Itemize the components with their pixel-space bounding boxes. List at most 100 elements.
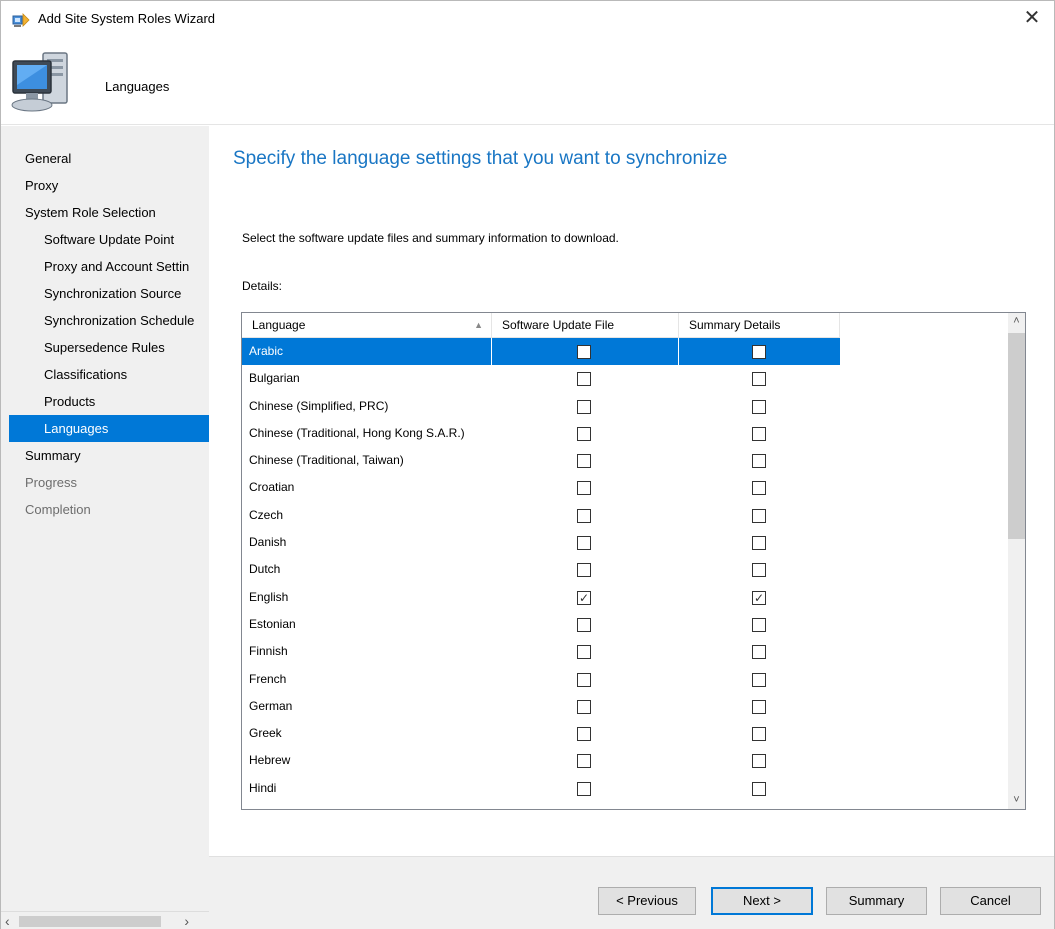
table-row[interactable]: Finnish: [242, 638, 840, 665]
language-cell: Greek: [249, 726, 282, 741]
summary-button[interactable]: Summary: [826, 887, 927, 915]
update-file-checkbox[interactable]: [577, 727, 591, 742]
wizard-step-proxy[interactable]: Proxy: [1, 172, 209, 199]
summary-details-cell: [679, 502, 840, 529]
summary-details-checkbox[interactable]: [752, 481, 766, 496]
table-row[interactable]: Chinese (Traditional, Taiwan): [242, 447, 840, 474]
wizard-step-proxy-and-account-settin[interactable]: Proxy and Account Settin: [1, 253, 209, 280]
summary-details-checkbox[interactable]: [752, 508, 766, 523]
table-row[interactable]: Estonian: [242, 611, 840, 638]
scroll-thumb[interactable]: [1008, 333, 1025, 539]
update-file-cell: [492, 720, 679, 747]
summary-details-cell: [679, 529, 840, 556]
summary-details-checkbox[interactable]: [752, 645, 766, 660]
language-cell: Chinese (Traditional, Hong Kong S.A.R.): [249, 425, 465, 440]
close-icon[interactable]: ✕: [1010, 1, 1054, 37]
update-file-checkbox[interactable]: [577, 508, 591, 523]
language-cell: Croatian: [249, 480, 295, 495]
update-file-checkbox[interactable]: [577, 481, 591, 496]
table-row[interactable]: English ✓ ✓: [242, 584, 840, 611]
table-row[interactable]: Hindi: [242, 775, 840, 802]
table-row[interactable]: French: [242, 666, 840, 693]
update-file-cell: [492, 365, 679, 392]
wizard-window: Add Site System Roles Wizard ✕ Languages…: [0, 0, 1055, 929]
update-file-checkbox[interactable]: [577, 345, 591, 359]
scroll-left-icon[interactable]: ‹: [5, 913, 10, 929]
column-header-update-file[interactable]: Software Update File: [492, 313, 679, 338]
summary-details-checkbox[interactable]: [752, 345, 766, 359]
update-file-checkbox[interactable]: [577, 399, 591, 414]
update-file-checkbox[interactable]: [577, 699, 591, 714]
update-file-checkbox[interactable]: [577, 754, 591, 769]
update-file-checkbox[interactable]: [577, 645, 591, 660]
update-file-checkbox[interactable]: ✓: [577, 590, 591, 605]
scroll-right-icon[interactable]: ›: [184, 913, 189, 929]
update-file-checkbox[interactable]: [577, 536, 591, 551]
wizard-step-supersedence-rules[interactable]: Supersedence Rules: [1, 334, 209, 361]
scroll-down-icon[interactable]: ˅: [1008, 792, 1025, 809]
summary-details-cell: [679, 666, 840, 693]
scroll-thumb[interactable]: [19, 916, 161, 927]
wizard-step-classifications[interactable]: Classifications: [1, 361, 209, 388]
summary-details-cell: ✓: [679, 584, 840, 611]
wizard-step-software-update-point[interactable]: Software Update Point: [1, 226, 209, 253]
update-file-checkbox[interactable]: [577, 426, 591, 441]
language-cell: Czech: [249, 507, 284, 522]
summary-details-checkbox[interactable]: [752, 399, 766, 414]
language-cell: Hebrew: [249, 753, 291, 768]
wizard-step-languages[interactable]: Languages: [9, 415, 209, 442]
summary-details-checkbox[interactable]: [752, 536, 766, 551]
summary-details-cell: [679, 747, 840, 774]
summary-details-checkbox[interactable]: [752, 781, 766, 796]
table-row[interactable]: Chinese (Traditional, Hong Kong S.A.R.): [242, 420, 840, 447]
update-file-checkbox[interactable]: [577, 563, 591, 578]
summary-details-checkbox[interactable]: [752, 372, 766, 387]
previous-button[interactable]: < Previous: [598, 887, 696, 915]
table-row[interactable]: Arabic: [242, 338, 840, 366]
wizard-step-summary[interactable]: Summary: [1, 442, 209, 469]
language-cell: French: [249, 671, 287, 686]
summary-details-cell: [679, 365, 840, 392]
table-row[interactable]: Greek: [242, 720, 840, 747]
summary-details-checkbox[interactable]: [752, 754, 766, 769]
update-file-checkbox[interactable]: [577, 454, 591, 469]
scroll-up-icon[interactable]: ˄: [1008, 313, 1025, 330]
table-row[interactable]: German: [242, 693, 840, 720]
wizard-step-products[interactable]: Products: [1, 388, 209, 415]
table-row[interactable]: Croatian: [242, 474, 840, 501]
summary-details-cell: [679, 338, 840, 365]
wizard-step-synchronization-schedule[interactable]: Synchronization Schedule: [1, 307, 209, 334]
summary-details-checkbox[interactable]: [752, 699, 766, 714]
update-file-cell: [492, 638, 679, 665]
wizard-step-general[interactable]: General: [1, 145, 209, 172]
table-row[interactable]: Bulgarian: [242, 365, 840, 392]
table-row[interactable]: Hebrew: [242, 747, 840, 774]
table-row[interactable]: Chinese (Simplified, PRC): [242, 393, 840, 420]
update-file-checkbox[interactable]: [577, 781, 591, 796]
update-file-checkbox[interactable]: [577, 372, 591, 387]
wizard-step-system-role-selection[interactable]: System Role Selection: [1, 199, 209, 226]
nav-horizontal-scrollbar[interactable]: ‹ ›: [1, 911, 209, 929]
summary-details-checkbox[interactable]: ✓: [752, 590, 766, 605]
cancel-button[interactable]: Cancel: [940, 887, 1041, 915]
table-row[interactable]: Danish: [242, 529, 840, 556]
summary-details-checkbox[interactable]: [752, 426, 766, 441]
table-row[interactable]: Dutch: [242, 556, 840, 583]
language-cell: German: [249, 698, 293, 713]
update-file-checkbox[interactable]: [577, 617, 591, 632]
wizard-step-synchronization-source[interactable]: Synchronization Source: [1, 280, 209, 307]
summary-details-checkbox[interactable]: [752, 454, 766, 469]
column-header-summary-details[interactable]: Summary Details: [679, 313, 840, 338]
grid-vertical-scrollbar[interactable]: ˄ ˅: [1008, 313, 1025, 809]
summary-details-checkbox[interactable]: [752, 672, 766, 687]
update-file-cell: [492, 775, 679, 802]
page-title: Specify the language settings that you w…: [233, 148, 728, 169]
table-row[interactable]: Czech: [242, 502, 840, 529]
column-header-language[interactable]: Language ▲: [242, 313, 492, 338]
summary-details-checkbox[interactable]: [752, 727, 766, 742]
next-button[interactable]: Next >: [711, 887, 813, 915]
update-file-checkbox[interactable]: [577, 672, 591, 687]
update-file-cell: [492, 502, 679, 529]
summary-details-checkbox[interactable]: [752, 617, 766, 632]
summary-details-checkbox[interactable]: [752, 563, 766, 578]
